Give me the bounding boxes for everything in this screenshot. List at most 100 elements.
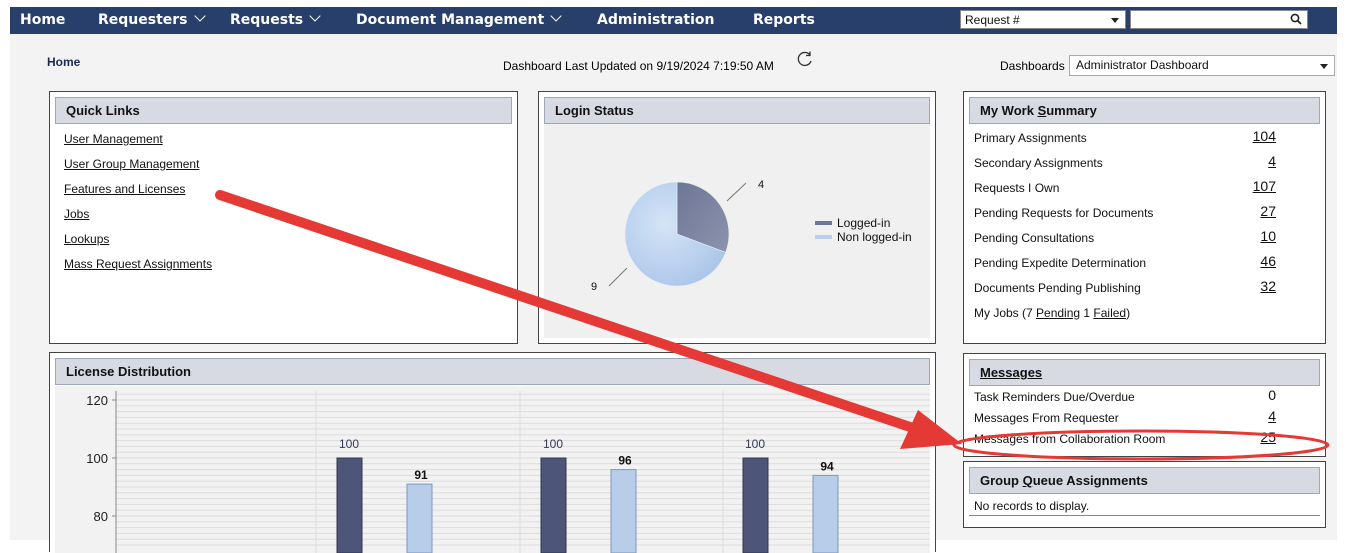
- bar: [406, 483, 433, 553]
- search-input[interactable]: [1130, 10, 1308, 29]
- work-summary-count-link[interactable]: 104: [1253, 128, 1276, 144]
- work-summary-label: Pending Expedite Determination: [974, 256, 1147, 270]
- license-distribution-panel: License Distribution 80 100 120 100 91 100 96 1…: [49, 352, 936, 553]
- messages-count-link[interactable]: 25: [1260, 429, 1276, 445]
- work-summary-row: Pending Consultations 10: [974, 228, 1304, 245]
- work-summary-count-link[interactable]: 32: [1260, 278, 1276, 294]
- nav-administration[interactable]: Administration: [597, 12, 714, 28]
- quick-links-title: Quick Links: [55, 97, 512, 124]
- login-status-pie-chart: 4 9 Logged-in Non logged-in: [591, 179, 912, 293]
- login-status-panel: Login Status 4 9 Logged-in Non logged-in: [538, 91, 936, 344]
- work-summary-row: Pending Requests for Documents 27: [974, 203, 1304, 220]
- messages-title: Messages: [969, 359, 1320, 386]
- link-features-and-licenses[interactable]: Features and Licenses: [64, 182, 185, 196]
- nav-requesters[interactable]: Requesters: [98, 10, 206, 28]
- messages-count: 0: [1268, 387, 1276, 403]
- chevron-down-icon: [550, 10, 562, 22]
- my-jobs-row: My Jobs (7 Pending 1 Failed): [974, 306, 1304, 320]
- bar-value-label: 96: [618, 454, 632, 468]
- bar: [610, 469, 637, 553]
- y-tick-label: 100: [86, 451, 108, 466]
- bar-value-label: 100: [339, 437, 359, 451]
- messages-label: Messages from Collaboration Room: [974, 432, 1166, 446]
- work-summary-count-link[interactable]: 10: [1260, 228, 1276, 244]
- request-type-select-value: Request #: [965, 13, 1020, 27]
- dropdown-arrow-icon: [1320, 64, 1328, 69]
- messages-row: Messages from Collaboration Room 25: [974, 429, 1304, 446]
- bar-value-label: 91: [414, 468, 428, 482]
- nav-document-management[interactable]: Document Management: [356, 10, 562, 28]
- group-queue-title: Group Queue Assignments: [969, 467, 1320, 494]
- work-summary-label: Primary Assignments: [974, 131, 1087, 145]
- bar-value-label: 100: [543, 437, 563, 451]
- group-queue-empty-text: No records to display.: [974, 499, 1090, 513]
- work-summary-panel: My Work Summary Primary Assignments 104 Se…: [963, 91, 1326, 344]
- nav-home[interactable]: Home: [20, 12, 65, 28]
- messages-count-link[interactable]: 4: [1268, 408, 1276, 424]
- work-summary-label: Pending Consultations: [974, 231, 1095, 245]
- dashboards-select-value: Administrator Dashboard: [1076, 58, 1209, 72]
- legend-non-logged-in: Non logged-in: [837, 230, 912, 244]
- work-summary-count-link[interactable]: 4: [1268, 153, 1276, 169]
- link-mass-request-assignments[interactable]: Mass Request Assignments: [64, 257, 212, 271]
- work-summary-row: Primary Assignments 104: [974, 128, 1304, 145]
- dashboards-select[interactable]: Administrator Dashboard: [1069, 55, 1335, 76]
- legend-swatch-non-logged-in: [815, 235, 832, 239]
- pie-label-logged-in: 4: [758, 179, 764, 191]
- y-tick-label: 80: [94, 509, 108, 524]
- work-summary-count-link[interactable]: 27: [1260, 203, 1276, 219]
- nav-requesters-label: Requesters: [98, 12, 188, 28]
- dashboards-label: Dashboards: [1000, 59, 1065, 73]
- work-summary-label: Pending Requests for Documents: [974, 206, 1154, 220]
- bar-value-label: 94: [820, 459, 834, 473]
- link-user-group-management[interactable]: User Group Management: [64, 157, 199, 171]
- refresh-icon[interactable]: [796, 50, 814, 68]
- messages-row: Messages From Requester 4: [974, 408, 1304, 425]
- work-summary-label: Requests I Own: [974, 181, 1060, 195]
- my-jobs-pending-link[interactable]: Pending: [1036, 306, 1080, 320]
- work-summary-label: Documents Pending Publishing: [974, 281, 1141, 295]
- pie-label-non-logged-in: 9: [591, 281, 597, 293]
- work-summary-row: Documents Pending Publishing 32: [974, 278, 1304, 295]
- work-summary-count-link[interactable]: 46: [1260, 253, 1276, 269]
- chevron-down-icon: [309, 10, 321, 22]
- my-jobs-failed-link[interactable]: Failed: [1093, 306, 1126, 320]
- y-tick-label: 120: [86, 393, 108, 408]
- link-lookups[interactable]: Lookups: [64, 232, 109, 246]
- work-summary-count-link[interactable]: 107: [1253, 178, 1276, 194]
- nav-document-management-label: Document Management: [356, 12, 545, 28]
- bar: [336, 457, 363, 553]
- messages-label: Task Reminders Due/Overdue: [974, 390, 1135, 404]
- messages-title-text: Messages: [980, 365, 1043, 380]
- legend-swatch-logged-in: [815, 221, 832, 225]
- nav-requests-label: Requests: [230, 12, 304, 28]
- pie-leader-line-logged-in: [726, 182, 747, 202]
- group-queue-panel: Group Queue Assignments No records to di…: [963, 461, 1326, 528]
- request-type-select[interactable]: Request #: [960, 10, 1126, 29]
- breadcrumb[interactable]: Home: [47, 55, 80, 69]
- messages-label: Messages From Requester: [974, 411, 1119, 425]
- pie-leader-line-non-logged-in: [608, 267, 628, 287]
- work-summary-title: My Work Summary: [969, 97, 1320, 124]
- link-jobs[interactable]: Jobs: [64, 207, 89, 221]
- my-jobs-suffix: ): [1126, 306, 1131, 320]
- link-user-management[interactable]: User Management: [64, 132, 163, 146]
- dropdown-arrow-icon: [1111, 18, 1119, 23]
- work-summary-row: Requests I Own 107: [974, 178, 1304, 195]
- chevron-down-icon: [193, 10, 206, 22]
- work-summary-row: Pending Expedite Determination 46: [974, 253, 1304, 270]
- quick-links-panel: Quick Links User Management User Group M…: [49, 91, 518, 344]
- messages-panel: Messages Task Reminders Due/Overdue 0 Mess…: [963, 353, 1326, 457]
- search-icon[interactable]: [1290, 13, 1302, 25]
- license-distribution-bar-chart: 80 100 120 100 91 100 96 100 94: [55, 386, 930, 553]
- group-queue-divider: [969, 515, 1320, 516]
- work-summary-row: Secondary Assignments 4: [974, 153, 1304, 170]
- my-jobs-mid: 1: [1080, 306, 1094, 320]
- work-summary-label: Secondary Assignments: [974, 156, 1103, 170]
- messages-row: Task Reminders Due/Overdue 0: [974, 387, 1304, 404]
- bar-value-label: 100: [745, 437, 765, 451]
- nav-reports[interactable]: Reports: [753, 12, 815, 28]
- dashboard-updated-text: Dashboard Last Updated on 9/19/2024 7:19…: [503, 59, 774, 73]
- bar: [812, 474, 839, 553]
- nav-requests[interactable]: Requests: [230, 10, 321, 28]
